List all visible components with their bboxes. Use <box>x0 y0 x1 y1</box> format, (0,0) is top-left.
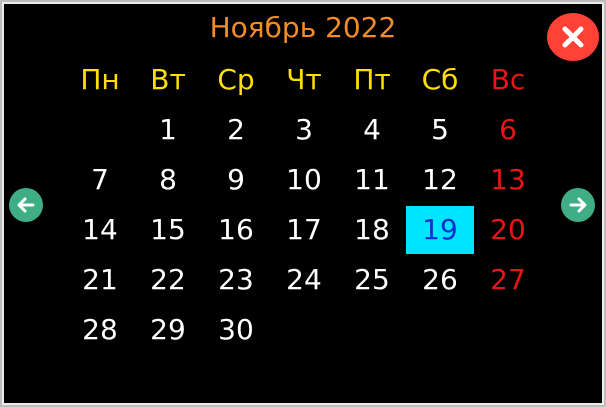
day-cell[interactable]: 23 <box>202 256 270 304</box>
day-cell[interactable]: 17 <box>270 206 338 254</box>
close-icon <box>562 26 584 48</box>
day-cell[interactable]: 28 <box>66 306 134 354</box>
day-cell[interactable]: 9 <box>202 156 270 204</box>
day-cell[interactable]: 5 <box>406 106 474 154</box>
day-cell[interactable]: 26 <box>406 256 474 304</box>
day-cell[interactable]: 6 <box>474 106 542 154</box>
day-cell[interactable]: 29 <box>134 306 202 354</box>
weekday-header: Сб <box>421 63 459 96</box>
day-cell[interactable]: 24 <box>270 256 338 304</box>
weekday-header: Пт <box>353 63 391 96</box>
day-cell[interactable]: 22 <box>134 256 202 304</box>
day-cell[interactable]: 18 <box>338 206 406 254</box>
day-cell[interactable]: 30 <box>202 306 270 354</box>
day-cell[interactable]: 11 <box>338 156 406 204</box>
day-cell[interactable]: 27 <box>474 256 542 304</box>
day-cell[interactable]: 20 <box>474 206 542 254</box>
day-cell[interactable]: 25 <box>338 256 406 304</box>
day-cell[interactable]: 12 <box>406 156 474 204</box>
day-cell[interactable]: 7 <box>66 156 134 204</box>
arrow-right-icon <box>569 197 587 213</box>
day-cell[interactable]: 3 <box>270 106 338 154</box>
day-cell[interactable]: 8 <box>134 156 202 204</box>
next-month-button[interactable] <box>561 188 595 222</box>
prev-month-button[interactable] <box>9 188 43 222</box>
weekday-header: Чт <box>286 63 322 96</box>
day-cell[interactable]: 16 <box>202 206 270 254</box>
day-cell[interactable]: 1 <box>134 106 202 154</box>
arrow-left-icon <box>17 197 35 213</box>
weekday-header: Вт <box>150 63 186 96</box>
day-cell[interactable]: 15 <box>134 206 202 254</box>
day-cell[interactable]: 21 <box>66 256 134 304</box>
month-title: Ноябрь 2022 <box>209 11 397 44</box>
weekday-header: Ср <box>217 63 255 96</box>
day-cell[interactable]: 2 <box>202 106 270 154</box>
day-cell[interactable]: 10 <box>270 156 338 204</box>
day-cell-today[interactable]: 19 <box>406 206 474 254</box>
weekday-header: Пн <box>80 63 120 96</box>
weekday-header: Вс <box>490 63 526 96</box>
day-cell[interactable]: 14 <box>66 206 134 254</box>
day-cell[interactable]: 4 <box>338 106 406 154</box>
close-button[interactable] <box>547 13 599 61</box>
day-cell[interactable]: 13 <box>474 156 542 204</box>
